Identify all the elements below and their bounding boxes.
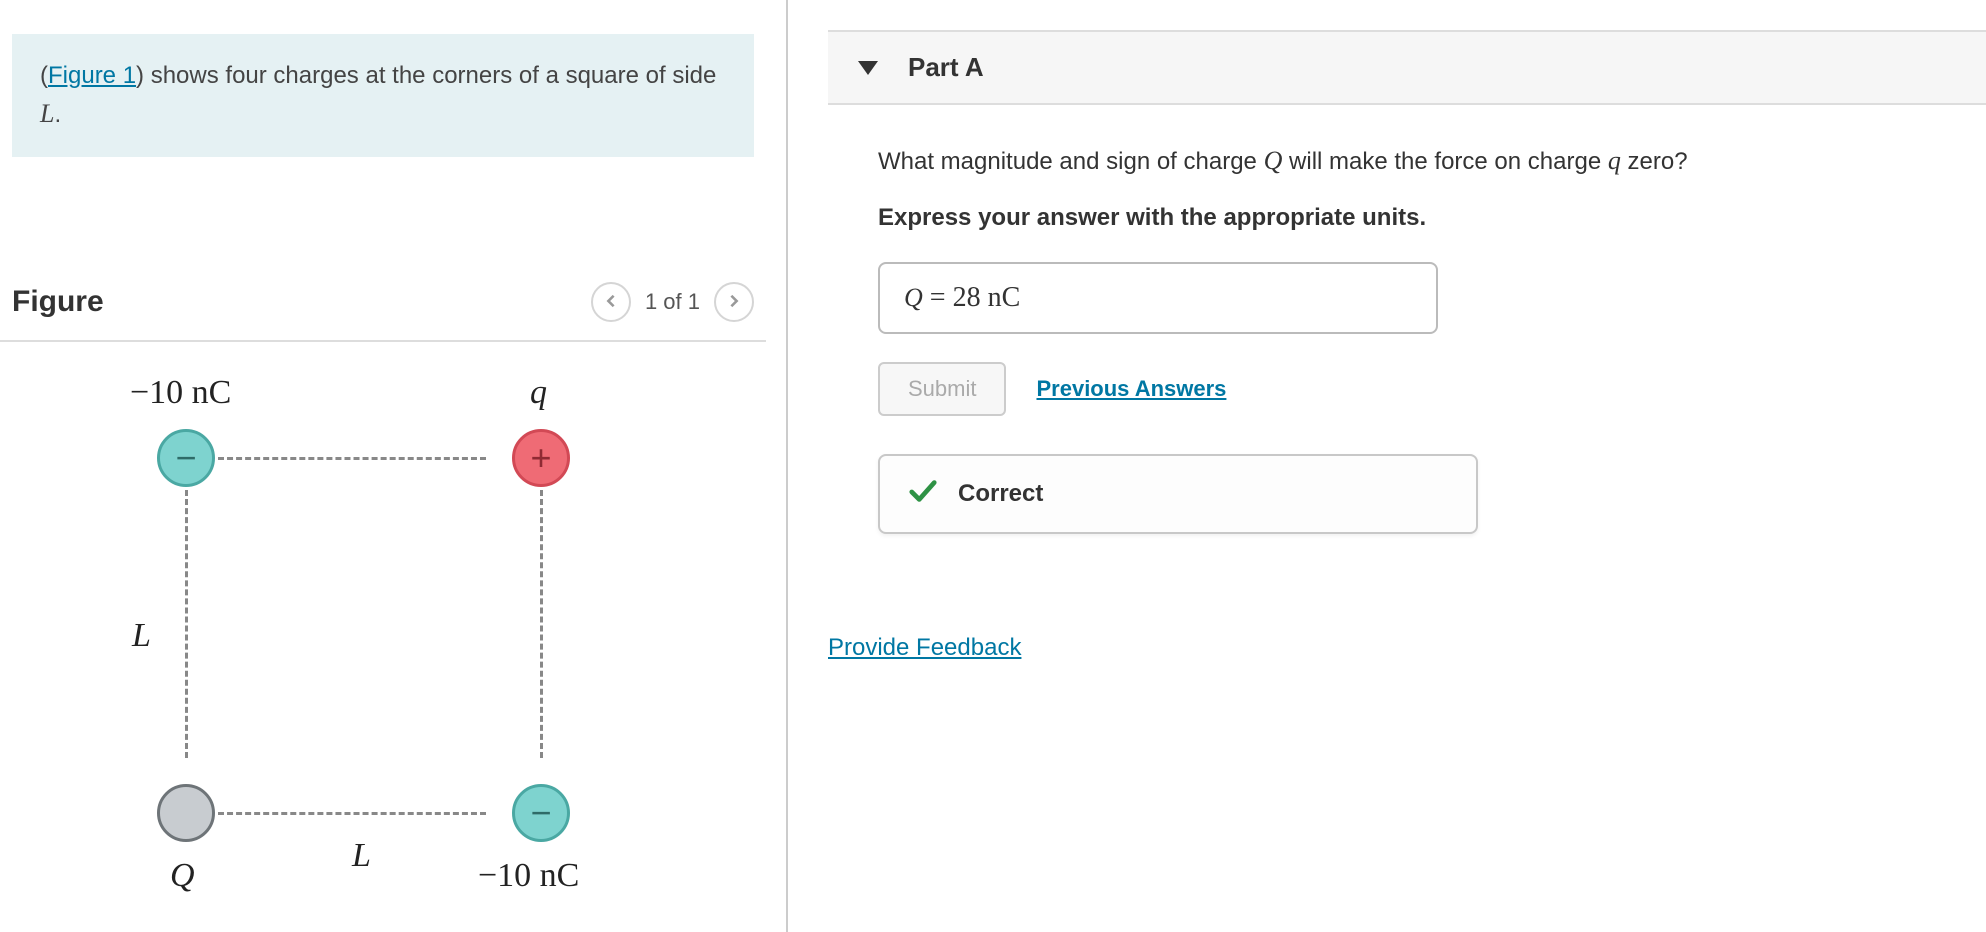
answer-value: 28 nC	[953, 282, 1021, 313]
chevron-right-icon	[727, 294, 741, 311]
left-panel: (Figure 1) shows four charges at the cor…	[0, 0, 788, 932]
dashed-left	[185, 490, 188, 758]
button-row: Submit Previous Answers	[878, 362, 1956, 416]
var-Q: Q	[1264, 146, 1283, 175]
dashed-bottom	[218, 812, 486, 815]
provide-feedback-link[interactable]: Provide Feedback	[828, 634, 1021, 662]
correct-feedback: Correct	[878, 454, 1478, 534]
caret-down-icon	[858, 61, 878, 75]
answer-display: Q = 28 nC	[878, 262, 1438, 334]
statement-text: ) shows four charges at the corners of a…	[136, 62, 716, 89]
minus-icon: −	[175, 437, 196, 479]
problem-statement: (Figure 1) shows four charges at the cor…	[12, 34, 754, 157]
figure-diagram: − + − −10 nC q Q −10 nC L L	[90, 362, 650, 922]
figure-pager-text: 1 of 1	[645, 289, 700, 315]
part-title: Part A	[908, 52, 984, 83]
q-mid: will make the force on charge	[1282, 148, 1608, 175]
label-top-left: −10 nC	[130, 374, 231, 412]
figure-prev-button[interactable]	[591, 282, 631, 322]
figure-title: Figure	[12, 285, 104, 319]
var-q: q	[1608, 146, 1621, 175]
figure-header: Figure 1 of 1	[0, 267, 766, 342]
question-body: What magnitude and sign of charge Q will…	[828, 105, 1986, 534]
dashed-top	[218, 457, 486, 460]
answer-var: Q	[904, 283, 923, 312]
label-top-right: q	[530, 374, 547, 412]
charge-bottom-left	[157, 784, 215, 842]
label-side-left: L	[132, 617, 151, 655]
figure-link[interactable]: Figure 1	[48, 62, 136, 89]
charge-top-right: +	[512, 429, 570, 487]
minus-icon: −	[530, 792, 551, 834]
chevron-left-icon	[604, 294, 618, 311]
side-var-L: L	[40, 99, 54, 128]
q-prefix: What magnitude and sign of charge	[878, 148, 1264, 175]
label-side-bottom: L	[352, 837, 371, 875]
right-panel: Part A What magnitude and sign of charge…	[788, 0, 1986, 932]
instruction-text: Express your answer with the appropriate…	[878, 204, 1956, 232]
correct-label: Correct	[958, 480, 1043, 508]
previous-answers-link[interactable]: Previous Answers	[1036, 376, 1226, 402]
figure-next-button[interactable]	[714, 282, 754, 322]
dashed-right	[540, 490, 543, 758]
question-text: What magnitude and sign of charge Q will…	[878, 141, 1956, 180]
part-header[interactable]: Part A	[828, 30, 1986, 105]
paren-open: (	[40, 62, 48, 89]
q-suffix: zero?	[1621, 148, 1688, 175]
label-bottom-right: −10 nC	[478, 857, 579, 895]
answer-equals: =	[923, 282, 953, 313]
statement-period: .	[54, 101, 61, 128]
figure-nav: 1 of 1	[591, 282, 754, 322]
charge-top-left: −	[157, 429, 215, 487]
charge-bottom-right: −	[512, 784, 570, 842]
checkmark-icon	[908, 476, 938, 512]
submit-button[interactable]: Submit	[878, 362, 1006, 416]
plus-icon: +	[530, 437, 551, 479]
label-bottom-left: Q	[170, 857, 195, 895]
